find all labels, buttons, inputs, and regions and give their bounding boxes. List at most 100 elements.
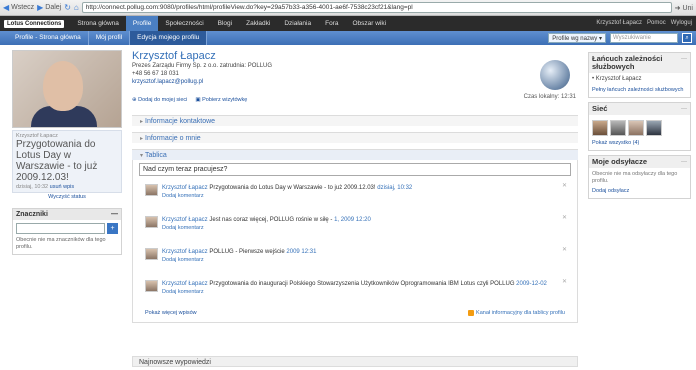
add-comment-link[interactable]: Dodaj komentarz xyxy=(162,192,412,200)
search-icon: ⌕ xyxy=(685,35,689,41)
links-toggle[interactable]: — xyxy=(681,158,687,166)
post-author-link[interactable]: Krzysztof Łapacz xyxy=(162,185,208,191)
user-name-link[interactable]: Krzysztof Łapacz xyxy=(596,16,642,31)
nav-tab-home[interactable]: Strona główna xyxy=(70,16,126,31)
profile-email-link[interactable]: krzysztof.lapacz@pollug.pl xyxy=(132,79,203,85)
help-link[interactable]: Pomoc xyxy=(647,16,666,31)
section-board[interactable]: ▾ Tablica xyxy=(132,149,578,160)
add-tag-button[interactable]: + xyxy=(107,223,118,234)
home-button[interactable]: ⌂ xyxy=(74,3,79,12)
refresh-icon: ↻ xyxy=(64,3,71,12)
post-date: 2009 12:31 xyxy=(286,249,317,255)
post-text: POLLUG - Pierwsze wejście xyxy=(209,249,285,255)
status-text: Przygotowania do Lotus Day w Warszawie -… xyxy=(16,139,98,183)
nav-tab-activities[interactable]: Działania xyxy=(277,16,318,31)
add-comment-link[interactable]: Dodaj komentarz xyxy=(162,224,371,232)
globe-icon xyxy=(540,60,570,90)
reporting-chain-widget: Łańcuch zależności służbowych — • Krzysz… xyxy=(588,52,691,98)
tags-widget-header: Znaczniki — xyxy=(13,209,121,220)
post-text: Przygotowania do inauguracji Polskiego S… xyxy=(209,281,515,287)
board-footer: Pokaż więcej wpisów Kanał informacyjny d… xyxy=(139,310,571,319)
rss-icon xyxy=(468,310,475,316)
status-delete-link[interactable]: usuń wpis xyxy=(50,184,74,190)
reporting-chain-person[interactable]: • Krzysztof Łapacz xyxy=(592,76,687,83)
app-logo[interactable]: Lotus Connections xyxy=(4,19,65,28)
reporting-chain-toggle[interactable]: — xyxy=(681,55,687,71)
expand-arrow-icon: ▸ xyxy=(140,119,144,125)
left-column: Krzysztof Łapacz Przygotowania do Lotus … xyxy=(12,50,122,255)
nav-tab-profiles[interactable]: Profile xyxy=(125,16,159,31)
close-icon[interactable]: ✕ xyxy=(562,214,567,221)
back-button[interactable]: ◀ Wstecz xyxy=(3,3,34,12)
search-scope-select[interactable]: Profile wg nazwy ▾ xyxy=(548,33,606,43)
board-rss-link[interactable]: Kanał informacyjny dla tablicy profilu xyxy=(468,310,565,316)
add-link-link[interactable]: Dodaj odsyłacz xyxy=(592,188,687,195)
network-avatar[interactable] xyxy=(592,120,608,136)
network-avatar[interactable] xyxy=(610,120,626,136)
add-comment-link[interactable]: Dodaj komentarz xyxy=(162,256,316,264)
tags-toggle[interactable]: — xyxy=(111,211,118,218)
profile-name: Krzysztof Łapacz xyxy=(132,50,216,62)
clear-status-link[interactable]: Wyczyść status xyxy=(12,194,122,200)
search-input[interactable]: Wyszukiwanie xyxy=(610,33,678,43)
show-more-posts-link[interactable]: Pokaż więcej wpisów xyxy=(145,310,197,316)
download-vcard-link[interactable]: ▣ Pobierz wizytówkę xyxy=(195,97,247,103)
network-avatar[interactable] xyxy=(646,120,662,136)
links-empty-text: Obecnie nie ma odsyłaczy dla tego profil… xyxy=(592,171,678,184)
add-to-network-link[interactable]: ⊕ Dodaj do mojej sieci xyxy=(132,97,187,103)
board-status-input[interactable]: Nad czym teraz pracujesz? xyxy=(139,163,571,176)
network-avatar[interactable] xyxy=(628,120,644,136)
tags-widget: Znaczniki — + Obecnie nie ma znaczników … xyxy=(12,208,122,255)
profile-search: Profile wg nazwy ▾ Wyszukiwanie ⌕ xyxy=(548,33,692,43)
full-reporting-chain-link[interactable]: Pełny łańcuch zależności służbowych xyxy=(592,87,687,94)
post-author-link[interactable]: Krzysztof Łapacz xyxy=(162,217,208,223)
post-author-link[interactable]: Krzysztof Łapacz xyxy=(162,281,208,287)
user-menu: Krzysztof Łapacz Pomoc Wyloguj xyxy=(596,16,692,31)
section-latest-posts[interactable]: Najnowsze wypowiedzi xyxy=(132,356,578,367)
nav-tab-blogs[interactable]: Blogi xyxy=(211,16,239,31)
network-toggle[interactable]: — xyxy=(681,105,687,113)
profile-photo xyxy=(12,50,122,128)
post-date: dzisiaj, 10:32 xyxy=(377,185,413,191)
links-widget: Moje odsyłacze — Obecnie nie ma odsyłacz… xyxy=(588,155,691,199)
links-title: Moje odsyłacze xyxy=(592,157,648,166)
forward-label: Dalej xyxy=(45,4,62,11)
app-navigation: Lotus Connections Strona główna Profile … xyxy=(0,16,696,31)
avatar xyxy=(145,184,158,196)
nav-tab-communities[interactable]: Społeczności xyxy=(158,16,210,31)
nav-tab-bookmarks[interactable]: Zakładki xyxy=(239,16,277,31)
forward-button[interactable]: ▶ Dalej xyxy=(37,3,61,12)
section-contact[interactable]: ▸ Informacje kontaktowe xyxy=(132,115,578,126)
back-arrow-icon: ◀ xyxy=(3,3,10,12)
browser-toolbar: ◀ Wstecz ▶ Dalej ↻ ⌂ http://connect.poll… xyxy=(0,0,696,16)
refresh-button[interactable]: ↻ xyxy=(64,3,71,12)
post-date: 2009-12-02 xyxy=(516,281,547,287)
status-box: Krzysztof Łapacz Przygotowania do Lotus … xyxy=(12,130,122,193)
close-icon[interactable]: ✕ xyxy=(562,182,567,189)
profile-actions: ⊕ Dodaj do mojej sieci ▣ Pobierz wizytów… xyxy=(132,97,578,103)
section-about[interactable]: ▸ Informacje o mnie xyxy=(132,132,578,143)
expand-arrow-icon: ▸ xyxy=(140,136,144,142)
subnav-edit-profile[interactable]: Edycja mojego profilu xyxy=(130,31,208,45)
add-comment-link[interactable]: Dodaj komentarz xyxy=(162,288,547,296)
close-icon[interactable]: ✕ xyxy=(562,278,567,285)
browser-right-menu[interactable]: ➜ Uni xyxy=(675,4,693,12)
tag-input[interactable] xyxy=(16,223,105,234)
board-post: Krzysztof Łapacz POLLUG - Pierwsze wejśc… xyxy=(139,240,571,272)
back-label: Wstecz xyxy=(11,4,35,11)
subnav-my-profile[interactable]: Mój profil xyxy=(89,31,131,45)
post-author-link[interactable]: Krzysztof Łapacz xyxy=(162,249,208,255)
nav-tab-forums[interactable]: Fora xyxy=(318,16,345,31)
subnav-profiles-home[interactable]: Profile - Strona główna xyxy=(8,31,89,45)
tags-empty-text: Obecnie nie ma znaczników dla tego profi… xyxy=(16,237,106,250)
status-time: dzisiaj, 10:32 xyxy=(16,184,49,190)
show-all-network-link[interactable]: Pokaż wszystko (4) xyxy=(592,140,687,147)
board-post: Krzysztof Łapacz Przygotowania do Lotus … xyxy=(139,176,571,208)
avatar xyxy=(145,248,158,260)
logout-link[interactable]: Wyloguj xyxy=(671,16,692,31)
address-bar[interactable]: http://connect.pollug.com:9080/profiles/… xyxy=(81,2,672,13)
post-text: Jest nas coraz więcej, POLLUG rośnie w s… xyxy=(209,217,333,223)
search-button[interactable]: ⌕ xyxy=(682,33,692,43)
close-icon[interactable]: ✕ xyxy=(562,246,567,253)
nav-tab-wiki[interactable]: Obszar wiki xyxy=(345,16,393,31)
